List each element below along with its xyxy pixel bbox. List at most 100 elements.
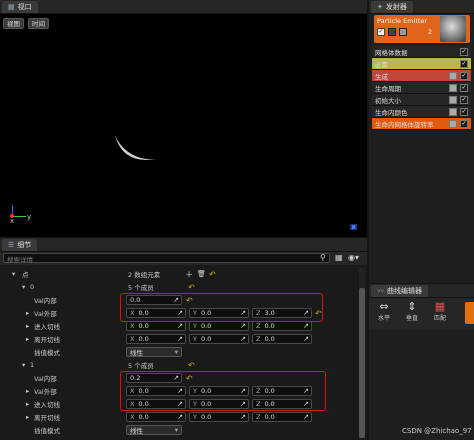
valout1-expander-icon[interactable]: ▸ bbox=[26, 387, 29, 395]
tab-details[interactable]: ☰ 细节 bbox=[2, 238, 38, 251]
module-item[interactable]: 生命内颜色 ✓ bbox=[372, 106, 471, 118]
leaveout0-expander-icon[interactable]: ▸ bbox=[26, 335, 29, 343]
module-enable-checkbox[interactable]: ✓ bbox=[460, 108, 468, 116]
tab-viewport[interactable]: ▦ 视口 bbox=[2, 0, 38, 13]
highlight-box-item1 bbox=[120, 371, 326, 411]
search-icon[interactable]: ⚲ bbox=[320, 253, 326, 262]
interp1-label: 插值模式 bbox=[34, 427, 60, 435]
interp1-select[interactable]: 线性 ▾ bbox=[126, 425, 182, 435]
search-input[interactable]: 搜索详情 bbox=[3, 253, 330, 264]
item1-label: 1 bbox=[30, 361, 35, 369]
item1-expander-icon[interactable]: ▾ bbox=[22, 361, 25, 369]
leaveout0-y-input[interactable]: Y 0.0 ↗ bbox=[189, 334, 249, 344]
emitter-enable-checkbox[interactable]: ✓ bbox=[377, 28, 385, 36]
leaveout0-z-input[interactable]: Z 0.0 ↗ bbox=[252, 334, 312, 344]
arrivein1-expander-icon[interactable]: ▸ bbox=[26, 400, 29, 408]
module-label: 生命内颜色 bbox=[375, 108, 408, 117]
crescent-shape bbox=[115, 135, 157, 160]
fit-vertical-icon: ⇕ bbox=[407, 300, 417, 313]
pan-mode-button[interactable] bbox=[465, 302, 474, 324]
search-bar-row: 搜索详情 ⚲ ▦ ◉▾ bbox=[0, 252, 367, 265]
item0-label: 0 bbox=[30, 283, 35, 291]
module-graph-checkbox[interactable] bbox=[449, 72, 457, 80]
details-panel: ☰ 细节 搜索详情 ⚲ ▦ ◉▾ ▾ 点 2 数组元素 ＋ 🗑 ↶ ▾ 0 5 个… bbox=[0, 238, 367, 440]
add-element-icon[interactable]: ＋ bbox=[185, 269, 193, 280]
tab-curve-editor[interactable]: 〰曲线编辑器 bbox=[371, 284, 428, 297]
valout0-expander-icon[interactable]: ▸ bbox=[26, 309, 29, 317]
module-enable-checkbox[interactable]: ✓ bbox=[460, 84, 468, 92]
viewport-corner-icon: ▣ bbox=[350, 222, 358, 231]
module-label: 生命内网格体旋转率 bbox=[375, 120, 434, 129]
leaveout1-y-input[interactable]: Y 0.0 ↗ bbox=[189, 412, 249, 422]
module-enable-checkbox[interactable]: ✓ bbox=[460, 72, 468, 80]
module-label: 网格体数据 bbox=[375, 48, 408, 57]
interp0-row: 插值模式 线性 ▾ bbox=[0, 346, 357, 359]
eye-icon[interactable]: ◉▾ bbox=[348, 253, 359, 262]
emitter-icon-b[interactable] bbox=[399, 28, 407, 36]
module-item[interactable]: 初始大小 ✓ bbox=[372, 94, 471, 106]
module-item[interactable]: 网格体数据 ✓ bbox=[372, 46, 471, 58]
interp0-select[interactable]: 线性 ▾ bbox=[126, 347, 182, 357]
interp0-label: 插值模式 bbox=[34, 349, 60, 357]
module-graph-checkbox[interactable] bbox=[449, 120, 457, 128]
watermark: CSDN @Zhichao_97 bbox=[402, 427, 472, 435]
emitter-icon-a[interactable] bbox=[388, 28, 396, 36]
axis-y-label: y bbox=[27, 213, 32, 221]
fit-all-button[interactable]: ▦ 匹配 bbox=[429, 300, 451, 322]
module-enable-checkbox[interactable]: ✓ bbox=[460, 48, 468, 56]
points-label: 点 bbox=[22, 271, 29, 279]
arrivein0-x-input[interactable]: X 0.0 ↗ bbox=[126, 321, 186, 331]
leaveout1-z-input[interactable]: Z 0.0 ↗ bbox=[252, 412, 312, 422]
details-icon: ☰ bbox=[8, 240, 15, 249]
leaveout1-expander-icon[interactable]: ▸ bbox=[26, 413, 29, 421]
arrivein0-z-input[interactable]: Z 0.0 ↗ bbox=[252, 321, 312, 331]
emitters-tabbar: ✦ 发射器 bbox=[369, 0, 474, 14]
leaveout0-x-input[interactable]: X 0.0 ↗ bbox=[126, 334, 186, 344]
details-scrollbar[interactable] bbox=[359, 268, 365, 438]
valin0-label: Val内部 bbox=[34, 297, 57, 305]
emitter-thumbnail bbox=[440, 16, 466, 42]
points-reset-icon[interactable]: ↶ bbox=[209, 270, 216, 279]
item0-reset-icon[interactable]: ↶ bbox=[188, 283, 195, 292]
fit-vertical-button[interactable]: ⇕ 垂直 bbox=[401, 300, 423, 322]
valout0-label: Val外部 bbox=[34, 310, 57, 318]
module-enable-checkbox[interactable]: ✓ bbox=[460, 120, 468, 128]
details-scrollbar-thumb[interactable] bbox=[359, 288, 365, 438]
leaveout1-x-input[interactable]: X 0.0 ↗ bbox=[126, 412, 186, 422]
details-tabbar: ☰ 细节 bbox=[0, 238, 367, 252]
module-graph-checkbox[interactable] bbox=[449, 84, 457, 92]
module-list: 网格体数据 ✓ 必需 ✓ 生成 ✓ 生命周期 ✓ 初始大小 ✓ 生命内颜色 ✓ 生命内网格体旋转率 ✓ bbox=[372, 46, 471, 130]
module-item[interactable]: 生命内网格体旋转率 ✓ bbox=[372, 118, 471, 130]
leaveout0-label: 离开切线 bbox=[34, 336, 60, 344]
curve-graph-area[interactable] bbox=[369, 331, 474, 440]
module-item[interactable]: 必需 ✓ bbox=[372, 58, 471, 70]
module-label: 初始大小 bbox=[375, 96, 401, 105]
module-enable-checkbox[interactable]: ✓ bbox=[460, 96, 468, 104]
view-button[interactable]: 视图 bbox=[3, 18, 24, 29]
emitter-count: 2 bbox=[428, 28, 433, 36]
fit-horizontal-icon: ⇔ bbox=[379, 300, 389, 313]
points-expander-icon[interactable]: ▾ bbox=[12, 270, 15, 278]
item1-count: 5 个成员 bbox=[128, 362, 154, 370]
delete-elements-icon[interactable]: 🗑 bbox=[197, 270, 206, 278]
interp1-row: 插值模式 线性 ▾ bbox=[0, 424, 357, 437]
arrivein0-expander-icon[interactable]: ▸ bbox=[26, 322, 29, 330]
valout1-label: Val外部 bbox=[34, 388, 57, 396]
item0-expander-icon[interactable]: ▾ bbox=[22, 283, 25, 291]
module-item[interactable]: 生成 ✓ bbox=[372, 70, 471, 82]
module-label: 生命周期 bbox=[375, 84, 401, 93]
item1-reset-icon[interactable]: ↶ bbox=[188, 361, 195, 370]
curve-toolbar: ⇔ 水平 ⇕ 垂直 ▦ 匹配 bbox=[369, 298, 474, 330]
tab-emitters[interactable]: ✦ 发射器 bbox=[371, 0, 413, 13]
fit-horizontal-button[interactable]: ⇔ 水平 bbox=[373, 300, 395, 322]
leaveout0-row: ▸ 离开切线 X 0.0 ↗ Y 0.0 ↗ Z 0.0 ↗ bbox=[0, 333, 357, 346]
emitter-card[interactable]: Particle Emitter ✓ 2 bbox=[374, 15, 470, 43]
arrivein0-y-input[interactable]: Y 0.0 ↗ bbox=[189, 321, 249, 331]
time-button[interactable]: 时间 bbox=[28, 18, 49, 29]
module-enable-checkbox[interactable]: ✓ bbox=[460, 60, 468, 68]
search-placeholder: 搜索详情 bbox=[7, 256, 33, 264]
module-graph-checkbox[interactable] bbox=[449, 96, 457, 104]
module-item[interactable]: 生命周期 ✓ bbox=[372, 82, 471, 94]
grid-icon[interactable]: ▦ bbox=[335, 253, 343, 262]
module-graph-checkbox[interactable] bbox=[449, 108, 457, 116]
